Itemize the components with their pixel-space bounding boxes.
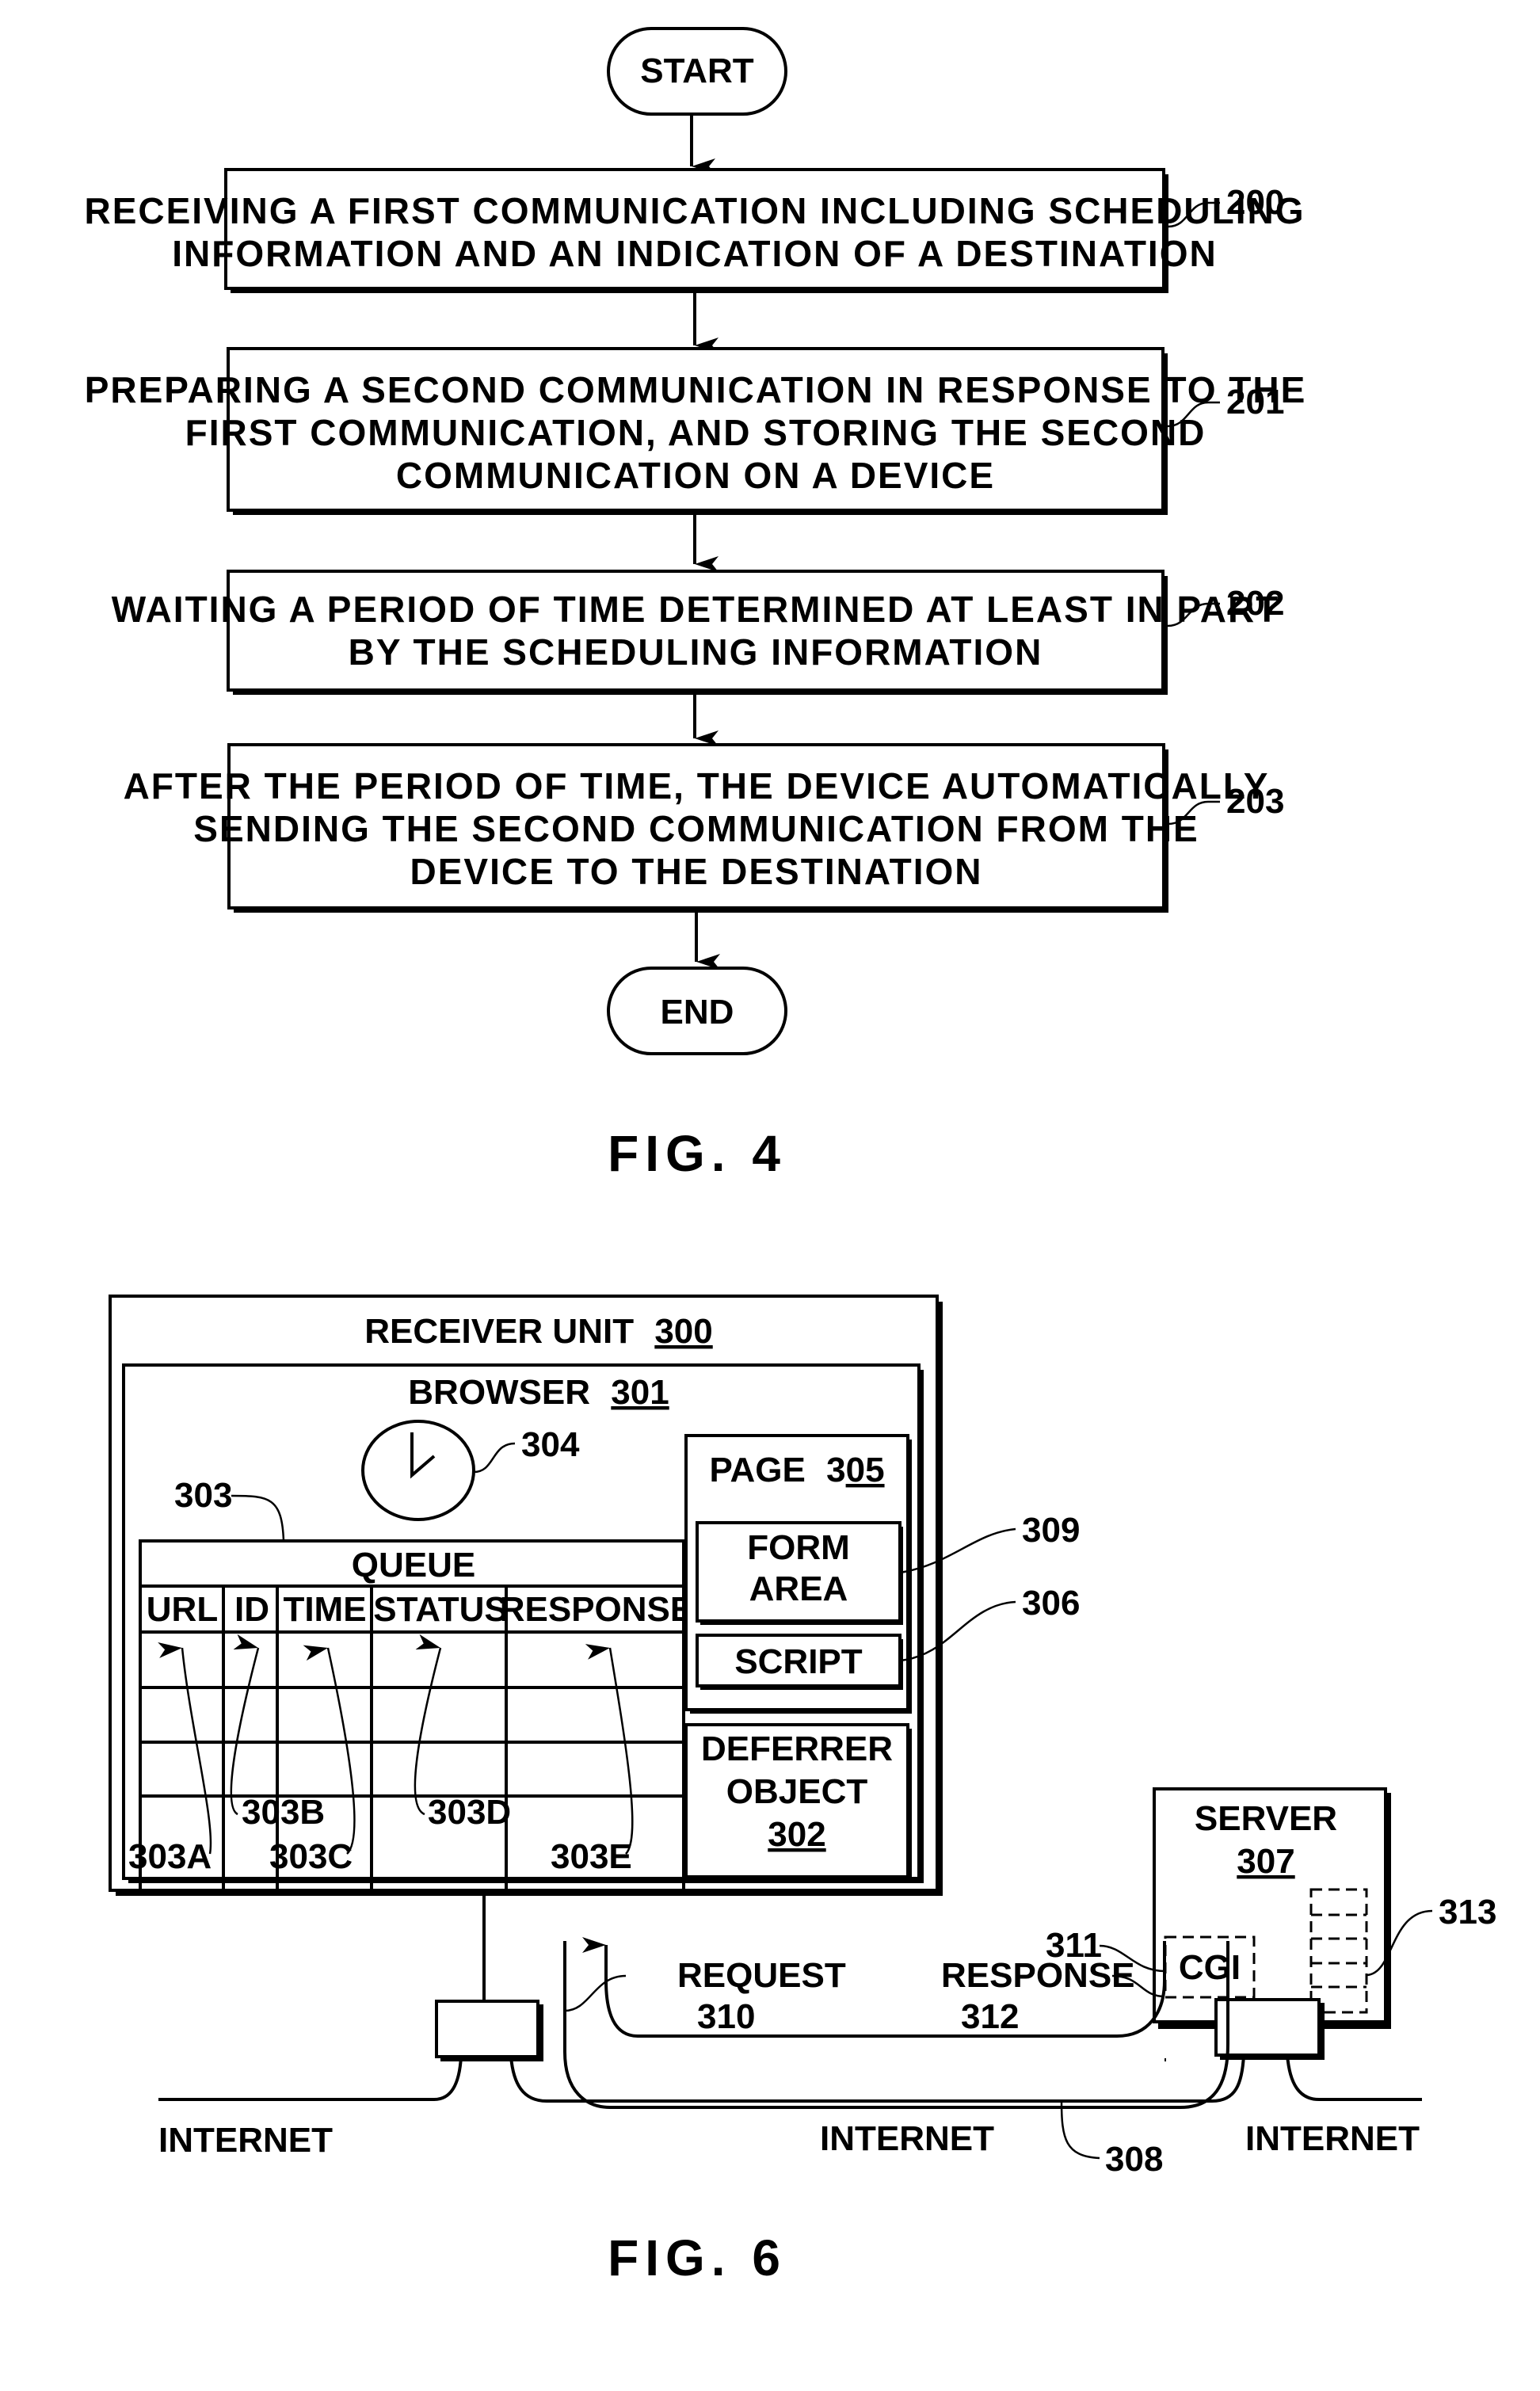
- step-203-line-2: SENDING THE SECOND COMMUNICATION FROM TH…: [193, 808, 1199, 849]
- column-header-response: RESPONSE: [500, 1590, 694, 1629]
- step-200-line-2: INFORMATION AND AN INDICATION OF A DESTI…: [172, 233, 1217, 274]
- server-box: SERVER 307: [1153, 1787, 1391, 2029]
- step-202-line-2: BY THE SCHEDULING INFORMATION: [349, 631, 1043, 673]
- fig4-caption: FIG. 4: [608, 1125, 787, 1182]
- start-label: START: [640, 51, 754, 90]
- request-ref: 310: [697, 1997, 755, 2036]
- ref-303a: 303A: [128, 1837, 212, 1876]
- ref-308: 308: [1105, 2140, 1163, 2179]
- server-network-interface: [1214, 1998, 1325, 2060]
- receiver-unit-ref: 300: [654, 1312, 712, 1351]
- internet-line-center: [509, 2054, 1245, 2103]
- cgi-label: CGI: [1179, 1948, 1241, 1987]
- script-box: SCRIPT: [696, 1634, 903, 1690]
- deferrer-line-2: OBJECT: [726, 1772, 868, 1811]
- step-201-line-3: COMMUNICATION ON A DEVICE: [396, 455, 995, 496]
- ref-202: 202: [1226, 584, 1284, 623]
- svg-text:RECEIVER UNIT 300: RECEIVER UNIT 300: [364, 1312, 712, 1351]
- fig6-caption: FIG. 6: [608, 2229, 787, 2286]
- request-label: REQUEST: [677, 1956, 846, 1995]
- step-203-line-1: AFTER THE PERIOD OF TIME, THE DEVICE AUT…: [124, 765, 1270, 807]
- ref-306: 306: [1022, 1584, 1080, 1623]
- column-header-status: STATUS: [373, 1590, 507, 1629]
- page-label: PAGE: [709, 1451, 805, 1489]
- ref-309: 309: [1022, 1511, 1080, 1550]
- step-202-line-1: WAITING A PERIOD OF TIME DETERMINED AT L…: [112, 589, 1280, 630]
- internet-label-left: INTERNET: [158, 2121, 333, 2160]
- step-203-box: AFTER THE PERIOD OF TIME, THE DEVICE AUT…: [124, 743, 1270, 913]
- response-ref: 312: [961, 1997, 1019, 2036]
- page-ref-underlined: 05: [846, 1451, 885, 1489]
- browser-label: BROWSER: [408, 1373, 590, 1412]
- step-201-line-1: PREPARING A SECOND COMMUNICATION IN RESP…: [85, 369, 1307, 410]
- leader-310: [564, 1974, 627, 2012]
- start-terminal: START: [607, 27, 787, 116]
- receiver-unit-label: RECEIVER UNIT: [364, 1312, 634, 1351]
- internet-label-right: INTERNET: [1245, 2119, 1420, 2158]
- fig4-flowchart: START RECEIVING A FIRST COMMUNICATION IN…: [84, 27, 1307, 1182]
- column-header-time: TIME: [283, 1590, 366, 1629]
- step-201-line-2: FIRST COMMUNICATION, AND STORING THE SEC…: [185, 412, 1206, 453]
- svg-text:PAGE 305: PAGE 305: [709, 1451, 884, 1489]
- deferrer-ref: 302: [768, 1815, 825, 1854]
- queue-title: QUEUE: [352, 1546, 475, 1584]
- ref-203: 203: [1226, 782, 1284, 821]
- ref-303: 303: [174, 1476, 232, 1515]
- ref-200: 200: [1226, 183, 1284, 222]
- ref-313: 313: [1439, 1893, 1496, 1931]
- page-ref-prefix: 3: [826, 1451, 845, 1489]
- leader-308: [1060, 2100, 1100, 2160]
- step-202-box: WAITING A PERIOD OF TIME DETERMINED AT L…: [112, 570, 1280, 695]
- internet-line-right: [1286, 2054, 1422, 2101]
- browser-ref: 301: [611, 1373, 669, 1412]
- end-label: END: [661, 993, 734, 1032]
- ref-201: 201: [1226, 383, 1284, 421]
- ref-303c: 303C: [269, 1837, 353, 1876]
- internet-line-left: [158, 2056, 463, 2101]
- deferrer-object-box: DEFERRER OBJECT 302: [684, 1723, 912, 1881]
- svg-text:BROWSER 301: BROWSER 301: [408, 1373, 669, 1412]
- server-label: SERVER: [1195, 1799, 1337, 1838]
- step-200-line-1: RECEIVING A FIRST COMMUNICATION INCLUDIN…: [84, 190, 1305, 231]
- deferrer-line-1: DEFERRER: [701, 1729, 893, 1768]
- fig6-system-diagram: RECEIVER UNIT 300 BROWSER 301 304 303 QU…: [109, 1295, 1496, 2286]
- step-203-line-3: DEVICE TO THE DESTINATION: [410, 851, 982, 892]
- form-area-line-2: AREA: [749, 1569, 848, 1608]
- patent-drawing-sheet: START RECEIVING A FIRST COMMUNICATION IN…: [84, 27, 1496, 2286]
- ref-303e: 303E: [551, 1837, 632, 1876]
- ref-303b: 303B: [242, 1793, 325, 1832]
- step-200-box: RECEIVING A FIRST COMMUNICATION INCLUDIN…: [84, 168, 1305, 293]
- response-label: RESPONSE: [941, 1956, 1135, 1995]
- receiver-network-interface: [435, 2000, 543, 2061]
- form-area-line-1: FORM: [747, 1528, 850, 1567]
- step-201-box: PREPARING A SECOND COMMUNICATION IN RESP…: [85, 347, 1307, 515]
- clock-icon: [361, 1420, 475, 1521]
- ref-303d: 303D: [428, 1793, 511, 1832]
- ref-304: 304: [521, 1425, 580, 1464]
- column-header-id: ID: [234, 1590, 269, 1629]
- internet-label-center: INTERNET: [820, 2119, 994, 2158]
- script-label: SCRIPT: [734, 1642, 862, 1681]
- column-header-url: URL: [147, 1590, 218, 1629]
- server-ref: 307: [1237, 1842, 1294, 1881]
- form-area-box: FORM AREA: [696, 1521, 903, 1625]
- end-terminal: END: [607, 967, 787, 1055]
